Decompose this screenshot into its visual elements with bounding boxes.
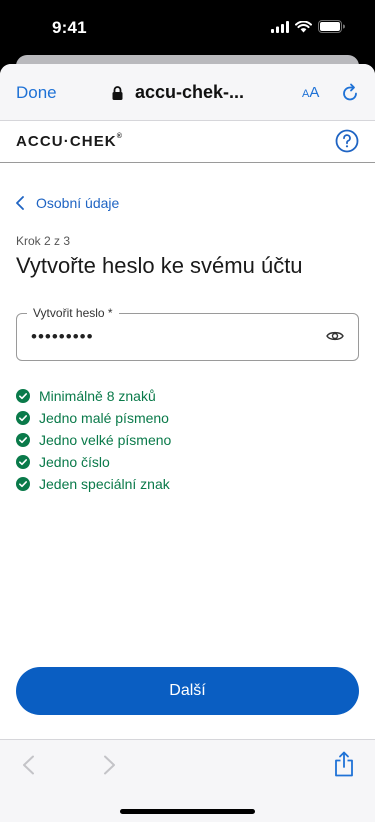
back-link[interactable]: Osobní údaje xyxy=(16,195,119,211)
rule-label: Jedno velké písmeno xyxy=(39,432,172,448)
lock-icon xyxy=(112,85,123,100)
help-icon[interactable] xyxy=(335,129,359,153)
password-label: Vytvořit heslo * xyxy=(27,306,119,320)
page-title: Vytvořte heslo ke svému účtu xyxy=(16,253,303,278)
done-button[interactable]: Done xyxy=(16,83,57,103)
wifi-icon xyxy=(295,20,312,32)
next-button[interactable]: Další xyxy=(16,667,359,715)
battery-icon xyxy=(318,20,345,33)
forward-arrow-icon[interactable] xyxy=(103,755,117,775)
cellular-icon xyxy=(271,20,289,33)
home-indicator xyxy=(120,809,255,814)
status-icons xyxy=(271,20,345,33)
password-field[interactable]: Vytvořit heslo * ••••••••• xyxy=(16,306,359,361)
reload-icon[interactable] xyxy=(341,83,359,102)
check-circle-icon xyxy=(16,455,30,469)
rule-item: Jeden speciální znak xyxy=(16,473,171,495)
check-circle-icon xyxy=(16,433,30,447)
eye-icon[interactable] xyxy=(326,329,344,343)
brand-logo: ACCU·CHEK® xyxy=(16,133,123,150)
safari-toolbar xyxy=(0,739,375,822)
step-indicator: Krok 2 z 3 xyxy=(16,234,71,248)
back-arrow-icon[interactable] xyxy=(21,755,35,775)
text-size-button[interactable]: AA xyxy=(302,84,319,101)
status-time: 9:41 xyxy=(52,18,87,37)
url-field[interactable]: accu-chek-... xyxy=(112,82,244,103)
password-rules-list: Minimálně 8 znaků Jedno malé písmeno Jed… xyxy=(16,385,171,495)
url-text: accu-chek-... xyxy=(135,82,245,102)
browser-sheet: Done accu-chek-... AA ACCU·CHEK® Osobní … xyxy=(0,64,375,822)
password-input[interactable]: ••••••••• xyxy=(31,327,94,347)
check-circle-icon xyxy=(16,389,30,403)
safari-address-bar: Done accu-chek-... AA xyxy=(0,64,375,121)
back-link-label: Osobní údaje xyxy=(36,195,120,211)
check-circle-icon xyxy=(16,411,30,425)
status-bar: 9:41 xyxy=(0,0,375,56)
rule-item: Jedno velké písmeno xyxy=(16,429,171,451)
chevron-left-icon xyxy=(16,196,24,210)
logo-wordmark: ACCU·CHEK xyxy=(16,133,117,150)
aa-large-glyph: A xyxy=(309,84,320,101)
rule-label: Jeden speciální znak xyxy=(39,476,170,492)
rule-item: Jedno malé písmeno xyxy=(16,407,171,429)
rule-item: Jedno číslo xyxy=(16,451,171,473)
check-circle-icon xyxy=(16,477,30,491)
rule-item: Minimálně 8 znaků xyxy=(16,385,171,407)
rule-label: Minimálně 8 znaků xyxy=(39,388,156,404)
rule-label: Jedno číslo xyxy=(39,454,110,470)
share-icon[interactable] xyxy=(333,751,355,777)
rule-label: Jedno malé písmeno xyxy=(39,410,169,426)
brand-header: ACCU·CHEK® xyxy=(0,121,375,163)
registered-mark: ® xyxy=(116,133,123,140)
